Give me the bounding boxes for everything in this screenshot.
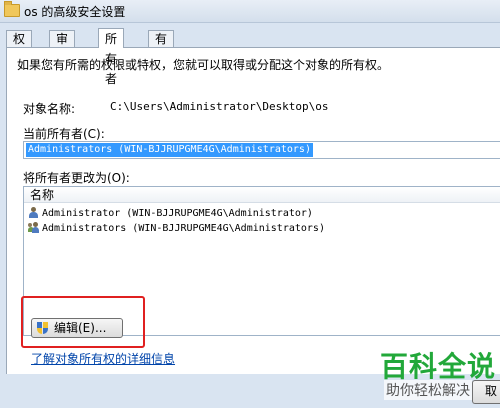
change-owner-label: 将所有者更改为(O): [23, 171, 130, 185]
list-item[interactable]: Administrators (WIN-BJJRUPGME4G\Administ… [28, 222, 325, 236]
group-icon [28, 222, 39, 234]
edit-button[interactable]: 编辑(E)... [31, 318, 123, 338]
uac-shield-icon [37, 322, 48, 334]
owner-name: Administrator (WIN-BJJRUPGME4G\Administr… [42, 208, 313, 219]
window-title: os 的高级安全设置 [24, 5, 126, 19]
tab-permissions[interactable]: 权限 [6, 30, 33, 63]
folder-icon [4, 1, 20, 17]
watermark-subtitle: 助你轻松解决 [384, 380, 472, 400]
owner-name: Administrators (WIN-BJJRUPGME4G\Administ… [42, 223, 325, 234]
ownership-info-link[interactable]: 了解对象所有权的详细信息 [31, 350, 175, 367]
description-text: 如果您有所需的权限或特权，您就可以取得或分配这个对象的所有权。 [17, 58, 390, 72]
current-owner-label: 当前所有者(C): [23, 127, 105, 141]
tab-owner[interactable]: 所有者 [98, 28, 125, 86]
title-bar: os 的高级安全设置 [0, 0, 500, 23]
edit-button-label: 编辑(E)... [54, 321, 107, 335]
current-owner-field[interactable]: Administrators (WIN-BJJRUPGME4G\Administ… [23, 141, 500, 159]
list-header-name[interactable]: 名称 [24, 187, 500, 203]
owner-panel: 如果您有所需的权限或特权，您就可以取得或分配这个对象的所有权。 对象名称: C:… [6, 47, 500, 375]
object-path: C:\Users\Administrator\Desktop\os [110, 100, 329, 113]
tab-effective-permissions[interactable]: 有效权限 [148, 30, 175, 97]
watermark-logo: 百科全说 助你轻松解决 [374, 345, 498, 405]
user-icon [28, 207, 39, 219]
list-item[interactable]: Administrator (WIN-BJJRUPGME4G\Administr… [28, 207, 313, 221]
tab-auditing[interactable]: 审核 [49, 30, 76, 63]
object-name-label: 对象名称: [23, 102, 76, 116]
current-owner-value[interactable]: Administrators (WIN-BJJRUPGME4G\Administ… [26, 143, 313, 157]
watermark-title: 百科全说 [380, 350, 497, 383]
